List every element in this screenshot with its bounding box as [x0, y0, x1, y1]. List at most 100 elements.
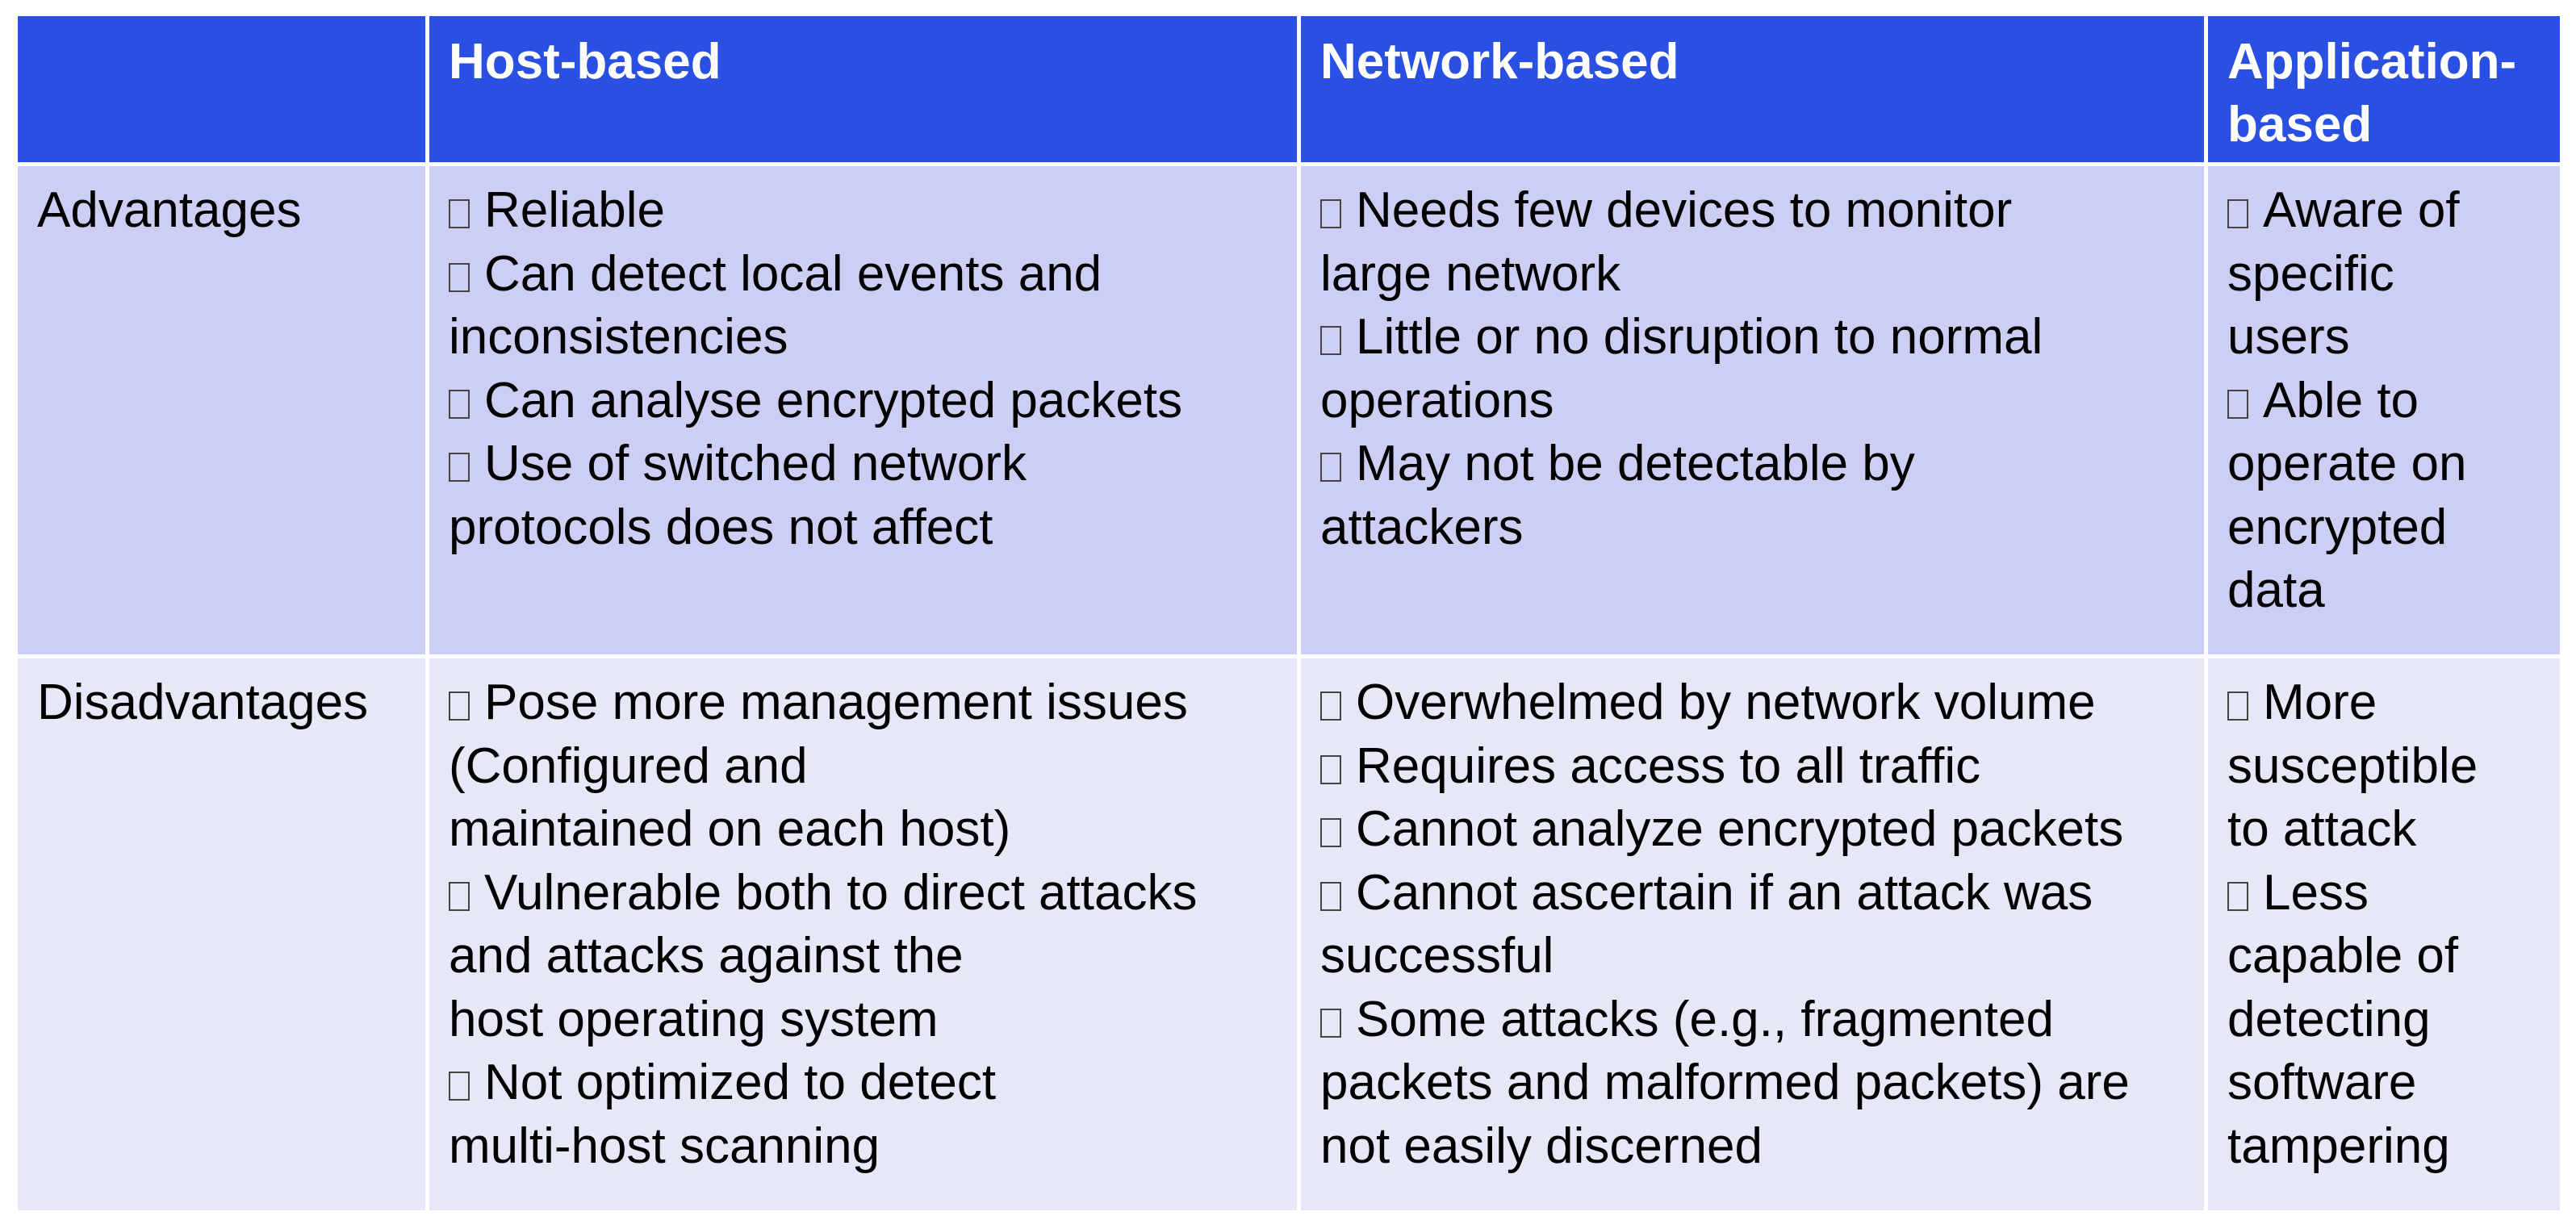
cell-disadvantages-host: Pose more management issues (Configured a… [429, 658, 1301, 1210]
missing-glyph-box-icon [449, 389, 470, 419]
bullet-line: susceptible [2227, 735, 2540, 799]
bullet-line: Little or no disruption to normal [1320, 306, 2185, 370]
bullet-line: Able to [2227, 370, 2540, 433]
bullet-line: More [2227, 671, 2540, 735]
bullet-text: susceptible [2227, 737, 2478, 794]
bullet-text: operate on [2227, 436, 2467, 491]
bullet-text: large network [1320, 245, 1621, 302]
bullet-text: Can detect local events and [484, 245, 1102, 302]
bullet-line: large network [1320, 243, 2185, 307]
bullet-text: packets and malformed packets) are [1320, 1055, 2130, 1110]
row-label-disadvantages: Disadvantages [18, 658, 429, 1210]
bullet-text: and attacks against the [449, 928, 964, 984]
row-label-advantages: Advantages [18, 166, 429, 658]
bullet-text: Use of switched network [484, 436, 1027, 491]
bullet-item: Use of switched network protocols does no… [449, 432, 1278, 559]
bullet-line: Less [2227, 862, 2540, 925]
bullet-line: Overwhelmed by network volume [1320, 671, 2185, 735]
bullet-text: to attack [2227, 801, 2417, 857]
bullet-line: Can analyse encrypted packets [449, 370, 1278, 433]
bullet-text: specific [2227, 245, 2394, 302]
cell-advantages-application: Aware of specific users Able to operate on en… [2208, 166, 2560, 658]
bullet-text: detecting [2227, 991, 2431, 1047]
bullet-item: Cannot analyze encrypted packets [1320, 798, 2185, 862]
bullet-text: More [2263, 675, 2377, 730]
bullet-text: Little or no disruption to normal [1356, 309, 2043, 365]
bullet-item: Can detect local events and inconsistenci… [449, 243, 1278, 370]
bullet-text: encrypted [2227, 499, 2448, 555]
bullet-line: capable of [2227, 925, 2540, 988]
bullet-line: Aware of [2227, 179, 2540, 243]
bullet-text: Cannot ascertain if an attack was [1356, 864, 2093, 921]
bullet-line: Pose more management issues [449, 671, 1278, 735]
bullet-line: specific [2227, 243, 2540, 307]
bullet-item: Aware of specific users [2227, 179, 2540, 370]
bullet-item: Overwhelmed by network volume [1320, 671, 2185, 735]
bullet-line: Cannot ascertain if an attack was [1320, 862, 2185, 925]
bullet-item: Can analyse encrypted packets [449, 370, 1278, 433]
bullet-item: Little or no disruption to normal operati… [1320, 306, 2185, 432]
bullet-line: Vulnerable both to direct attacks [449, 862, 1278, 925]
bullet-text: operations [1320, 372, 1554, 428]
bullet-line: operate on [2227, 432, 2540, 496]
bullet-text: Some attacks (e.g., fragmented [1356, 991, 2054, 1047]
missing-glyph-box-icon [1320, 326, 1341, 355]
bullet-line: inconsistencies [449, 306, 1278, 370]
bullet-item: Cannot ascertain if an attack was success… [1320, 862, 2185, 988]
bullet-line: Reliable [449, 179, 1278, 243]
bullet-text: Not optimized to detect [484, 1055, 997, 1110]
bullet-line: tampering [2227, 1115, 2540, 1179]
disadvantages-row: Disadvantages Pose more management issue… [18, 658, 2560, 1210]
bullet-text: Requires access to all traffic [1356, 737, 1981, 794]
missing-glyph-box-icon [1320, 818, 1341, 847]
bullet-line: and attacks against the [449, 925, 1278, 988]
bullet-text: users [2227, 309, 2350, 365]
bullet-item: Able to operate on encrypted data [2227, 370, 2540, 623]
bullet-line: attackers [1320, 496, 2185, 560]
bullet-text: attackers [1320, 499, 1524, 555]
bullet-line: Cannot analyze encrypted packets [1320, 798, 2185, 862]
missing-glyph-box-icon [1320, 691, 1341, 721]
bullet-item: Less capable of detecting software tampering [2227, 862, 2540, 1179]
bullet-line: not easily discerned [1320, 1115, 2185, 1179]
bullet-text: Overwhelmed by network volume [1356, 675, 2096, 730]
bullet-text: successful [1320, 928, 1554, 984]
missing-glyph-box-icon [449, 262, 470, 292]
bullet-text: May not be detectable by [1356, 436, 1915, 491]
bullet-line: software [2227, 1051, 2540, 1115]
missing-glyph-box-icon [449, 691, 470, 721]
bullet-line: Requires access to all traffic [1320, 735, 2185, 799]
missing-glyph-box-icon [2227, 389, 2248, 419]
bullet-line: users [2227, 306, 2540, 370]
bullet-line: data [2227, 559, 2540, 623]
bullet-text: tampering [2227, 1118, 2450, 1174]
bullet-text: Cannot analyze encrypted packets [1356, 801, 2124, 857]
bullet-item: Not optimized to detect multi-host scanni… [449, 1051, 1278, 1178]
bullet-text: Less [2263, 864, 2369, 921]
missing-glyph-box-icon [2227, 199, 2248, 228]
bullet-item: Vulnerable both to direct attacks and att… [449, 862, 1278, 1052]
missing-glyph-box-icon [1320, 881, 1341, 911]
bullet-item: Reliable [449, 179, 1278, 243]
bullet-line: Can detect local events and [449, 243, 1278, 307]
bullet-text: Vulnerable both to direct attacks [484, 864, 1198, 921]
missing-glyph-box-icon [449, 199, 470, 228]
bullet-text: (Configured and [449, 737, 808, 794]
bullet-text: multi-host scanning [449, 1118, 880, 1174]
bullet-text: software [2227, 1055, 2417, 1110]
bullet-item: Some attacks (e.g., fragmented packets an… [1320, 988, 2185, 1179]
bullet-item: Requires access to all traffic [1320, 735, 2185, 799]
bullet-text: protocols does not affect [449, 499, 993, 555]
bullet-line: Use of switched network [449, 432, 1278, 496]
bullet-line: Some attacks (e.g., fragmented [1320, 988, 2185, 1052]
bullet-line: to attack [2227, 798, 2540, 862]
bullet-line: host operating system [449, 988, 1278, 1052]
missing-glyph-box-icon [449, 453, 470, 482]
bullet-text: Pose more management issues [484, 675, 1188, 730]
bullet-text: Aware of [2263, 182, 2460, 238]
bullet-line: May not be detectable by [1320, 432, 2185, 496]
cell-disadvantages-application: More susceptible to attack Less capable of de… [2208, 658, 2560, 1210]
bullet-text: not easily discerned [1320, 1118, 1763, 1174]
bullet-text: capable of [2227, 928, 2459, 984]
bullet-line: Needs few devices to monitor [1320, 179, 2185, 243]
